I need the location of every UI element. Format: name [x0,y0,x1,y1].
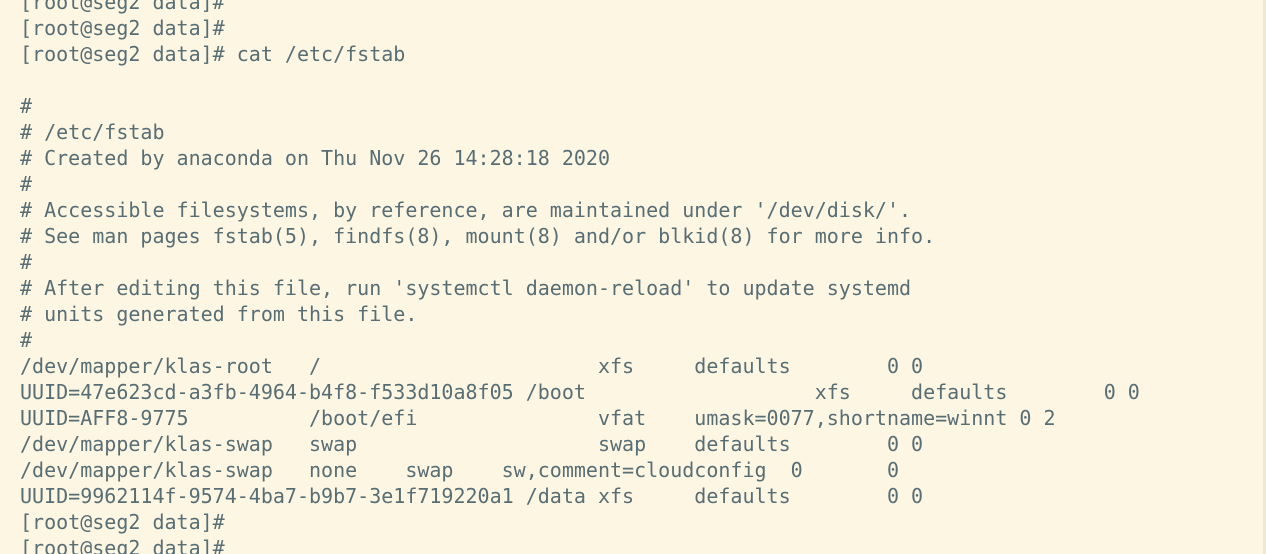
comment-line: # After editing this file, run 'systemct… [20,276,912,300]
comment-line: # [20,328,33,352]
comment-line: # /etc/fstab [20,120,165,144]
terminal-output: [root@seg2 data]# [root@seg2 data]# [roo… [20,0,1140,554]
fstab-entry: /dev/mapper/klas-swap none swap sw,comme… [20,458,899,482]
comment-line: # [20,250,33,274]
comment-line: # units generated from this file. [20,302,418,326]
fstab-entry: /dev/mapper/klas-root / xfs defaults 0 0 [20,354,924,378]
fstab-entry: /dev/mapper/klas-swap swap swap defaults… [20,432,924,456]
command-line: [root@seg2 data]# cat /etc/fstab [20,42,406,66]
prompt-line: [root@seg2 data]# [20,0,225,14]
fstab-entry: UUID=47e623cd-a3fb-4964-b4f8-f533d10a8f0… [20,380,1140,404]
comment-line: # See man pages fstab(5), findfs(8), mou… [20,224,936,248]
comment-line: # [20,94,33,118]
prompt-line: [root@seg2 data]# [20,16,225,40]
prompt-line: [root@seg2 data]# [20,510,225,534]
prompt-line: [root@seg2 data]# [20,536,225,554]
fstab-entry: UUID=AFF8-9775 /boot/efi vfat umask=0077… [20,406,1056,430]
comment-line: # [20,172,33,196]
comment-line: # Accessible filesystems, by reference, … [20,198,912,222]
fstab-entry: UUID=9962114f-9574-4ba7-b9b7-3e1f719220a… [20,484,924,508]
comment-line: # Created by anaconda on Thu Nov 26 14:2… [20,146,611,170]
terminal-window[interactable]: [root@seg2 data]# [root@seg2 data]# [roo… [0,0,1266,554]
